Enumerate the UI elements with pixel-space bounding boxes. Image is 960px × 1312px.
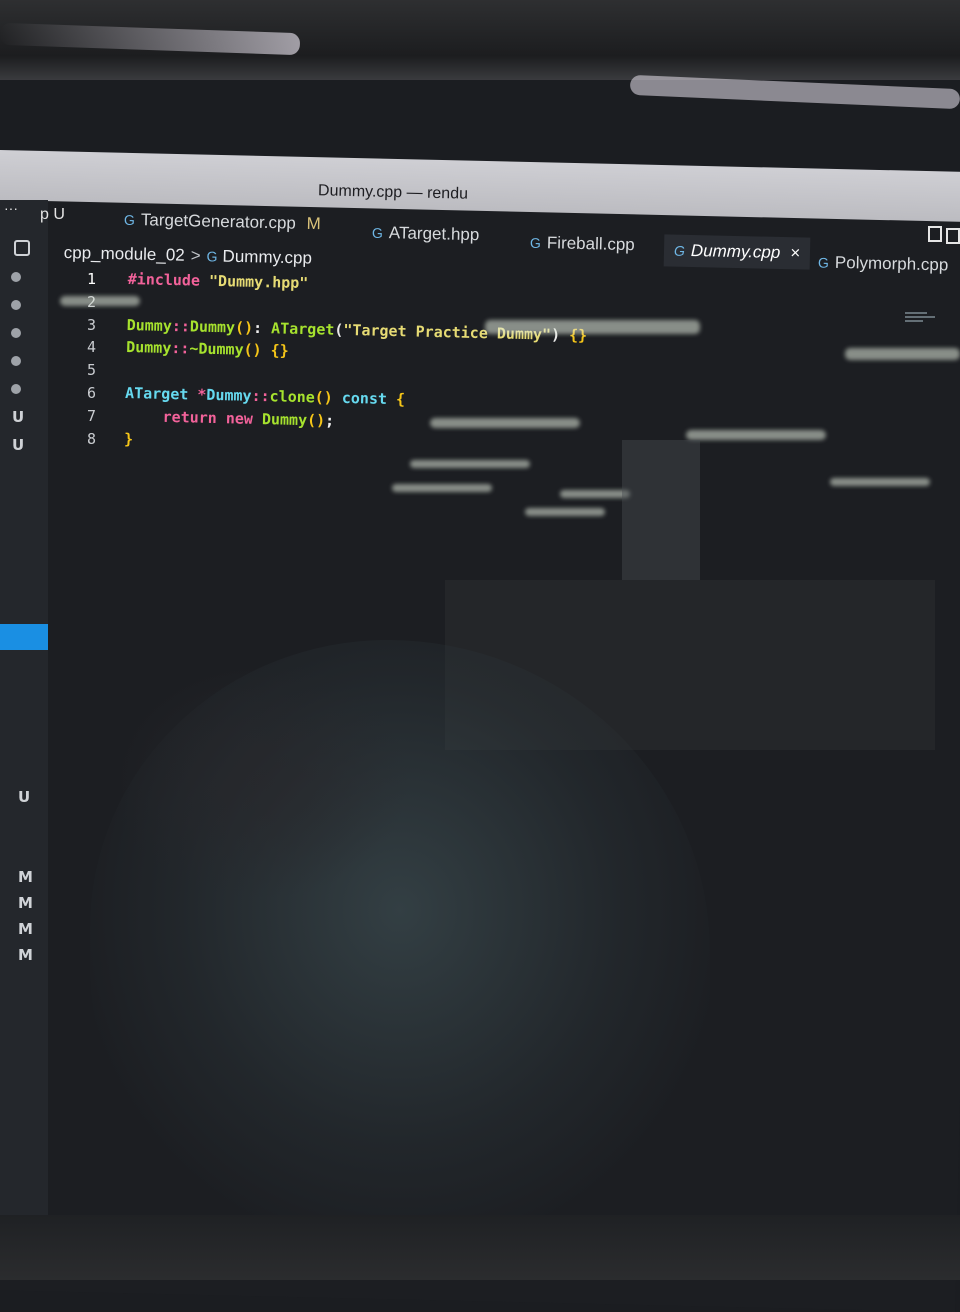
cpp-file-icon: G: [529, 234, 542, 252]
code-token: (): [306, 411, 326, 430]
code-token: *: [188, 385, 207, 404]
line-number: 7: [86, 407, 96, 425]
code-token: ::: [251, 386, 270, 406]
tab-label: Polymorph.cpp: [834, 252, 949, 275]
code-token: }: [123, 429, 134, 449]
code-token: "Dummy.hpp": [208, 271, 309, 293]
breadcrumb-file[interactable]: Dummy.cpp: [222, 247, 312, 268]
tab-label: Dummy.cpp: [690, 240, 781, 262]
activity-bar: [0, 200, 48, 1280]
file-status-dot: [11, 328, 21, 338]
line-number: 8: [86, 430, 96, 448]
reflection-hand: [110, 660, 410, 900]
code-token: Dummy: [189, 317, 236, 337]
cpp-file-icon: G: [371, 224, 384, 242]
tab-label: Fireball.cpp: [546, 233, 635, 255]
code-token: {}: [261, 341, 289, 360]
code-token: (: [334, 320, 344, 339]
code-token: return: [162, 407, 218, 428]
tab-polymorph[interactable]: G Polymorph.cpp: [818, 253, 949, 276]
explorer-icon[interactable]: [14, 240, 30, 256]
screen-reflection: [410, 460, 530, 468]
line-number: 6: [86, 384, 96, 402]
screen-reflection: [830, 478, 930, 486]
code-token: const: [332, 388, 388, 408]
code-token: {: [386, 389, 406, 409]
code-token: ::: [171, 339, 190, 358]
selected-file-highlight[interactable]: [0, 624, 48, 650]
line-number: 5: [86, 361, 96, 379]
tab-fireball[interactable]: G Fireball.cpp: [530, 233, 635, 255]
screen-reflection: [525, 508, 605, 516]
code-token: ATarget: [124, 383, 189, 404]
minimap[interactable]: [905, 312, 939, 330]
split-editor-icon[interactable]: [928, 226, 942, 242]
tab-label: ATarget.hpp: [388, 223, 480, 245]
tab-label: TargetGenerator.cpp: [140, 210, 297, 233]
cpp-file-icon: G: [206, 248, 218, 265]
cpp-file-icon: G: [123, 211, 136, 229]
close-tab-icon[interactable]: ×: [790, 243, 800, 262]
file-status-modified: M: [18, 868, 33, 886]
code-token: (): [234, 318, 254, 337]
code-token: Dummy: [206, 385, 252, 405]
breadcrumb-folder[interactable]: cpp_module_02: [64, 243, 185, 265]
screen-reflection: [560, 490, 630, 498]
code-token: ATarget: [270, 319, 335, 339]
tab-dummy[interactable]: G Dummy.cpp ×: [663, 234, 811, 270]
line-number: 1: [86, 270, 96, 288]
code-token: Dummy: [252, 409, 308, 430]
layout-icon[interactable]: [946, 228, 960, 244]
reflection-pillar: [622, 440, 700, 580]
code-token: ::: [171, 317, 191, 336]
code-token: Dummy: [126, 337, 172, 358]
code-token: ~Dummy: [189, 339, 244, 359]
cpp-file-icon: G: [673, 242, 686, 259]
code-line: return new Dummy();: [162, 408, 334, 430]
file-status-dot: [11, 272, 21, 282]
line-number: 3: [86, 316, 96, 334]
screen-reflection: [686, 430, 826, 440]
file-status-dot: [11, 384, 21, 394]
code-token: clone: [269, 387, 315, 407]
code-token: (): [314, 388, 334, 407]
screen-reflection: [430, 418, 580, 428]
tab-atarget[interactable]: G ATarget.hpp: [372, 223, 480, 245]
cpp-file-icon: G: [817, 254, 830, 271]
file-status-untracked: U: [12, 436, 25, 454]
code-line: }: [124, 430, 133, 448]
line-number: 4: [86, 338, 96, 356]
code-token: Dummy: [126, 315, 173, 336]
tab-modified-badge: M: [306, 213, 321, 234]
code-token: ;: [324, 411, 335, 430]
code-token: #include: [127, 269, 201, 290]
file-status-modified: M: [18, 946, 33, 964]
sidebar-header-label: p U: [40, 206, 65, 223]
file-status-modified: M: [18, 920, 33, 938]
screen-reflection: [60, 296, 140, 306]
code-token: new: [216, 409, 254, 428]
screen-reflection: [845, 348, 960, 360]
file-status-modified: M: [18, 894, 33, 912]
file-status-dot: [11, 356, 21, 366]
more-actions-icon[interactable]: ···: [4, 200, 18, 216]
file-status-dot: [11, 300, 21, 310]
screen-reflection: [392, 484, 492, 492]
breadcrumb-separator: >: [190, 245, 201, 266]
file-status-untracked: U: [12, 408, 25, 426]
photo-bezel-bottom: [0, 1215, 960, 1280]
code-line: Dummy::~Dummy() {}: [126, 338, 289, 360]
code-token: :: [252, 318, 272, 338]
code-token: (): [243, 340, 262, 360]
file-status-untracked: U: [18, 788, 31, 806]
screen-reflection: [485, 320, 700, 334]
window-title: Dummy.cpp — rendu: [317, 182, 469, 203]
